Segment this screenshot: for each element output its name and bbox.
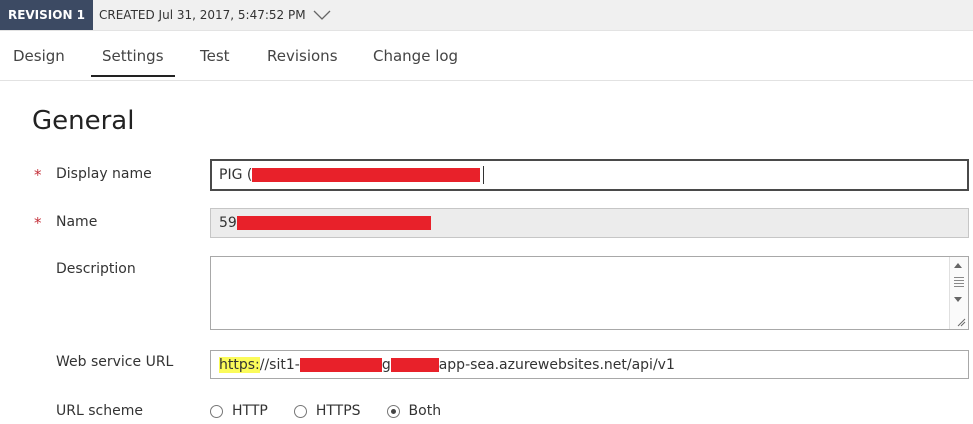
name-value: 59 xyxy=(219,215,237,231)
tab-test[interactable]: Test xyxy=(200,47,230,65)
url-text-start: //sit1- xyxy=(259,356,300,373)
scroll-up-icon[interactable] xyxy=(954,263,962,268)
scroll-down-icon[interactable] xyxy=(954,297,962,302)
redaction-block xyxy=(252,168,481,182)
display-name-input[interactable]: PIG ( xyxy=(210,159,969,191)
display-name-value: PIG ( xyxy=(219,167,253,183)
url-scheme-highlight: https: xyxy=(219,356,260,373)
url-scheme-label: URL scheme xyxy=(56,403,143,419)
required-marker: * xyxy=(34,214,42,232)
tab-settings[interactable]: Settings xyxy=(91,47,174,77)
radio-https-circle[interactable] xyxy=(293,404,307,418)
radio-both-label: Both xyxy=(408,403,442,419)
tab-bar: Design Settings Test Revisions Change lo… xyxy=(0,30,973,81)
tab-change-log[interactable]: Change log xyxy=(373,47,458,65)
redaction-block xyxy=(236,216,431,230)
url-text-end: app-sea.azurewebsites.net/api/v1 xyxy=(438,356,675,373)
redaction-block xyxy=(299,357,382,372)
url-scheme-radio-group: HTTP HTTPS Both xyxy=(210,403,467,419)
web-service-url-input[interactable]: https: //sit1- g app-sea.azurewebsites.n… xyxy=(210,350,969,379)
radio-http-circle[interactable] xyxy=(210,404,223,418)
revision-badge: REVISION 1 xyxy=(0,0,93,30)
section-title: General xyxy=(32,106,135,136)
description-label: Description xyxy=(56,261,136,277)
radio-https[interactable]: HTTPS xyxy=(293,403,361,419)
display-name-label: Display name xyxy=(56,166,152,182)
radio-https-label: HTTPS xyxy=(315,403,361,419)
resize-grip-icon[interactable] xyxy=(956,317,966,327)
name-label: Name xyxy=(56,214,98,230)
name-input: 59 xyxy=(210,208,969,238)
revision-created-text: CREATED Jul 31, 2017, 5:47:52 PM xyxy=(99,8,306,22)
description-textarea[interactable] xyxy=(210,256,969,330)
url-text-mid: g xyxy=(381,356,391,373)
tab-design[interactable]: Design xyxy=(13,47,65,65)
redaction-block xyxy=(390,357,439,372)
revision-created-dropdown[interactable]: CREATED Jul 31, 2017, 5:47:52 PM xyxy=(99,0,332,30)
tab-revisions[interactable]: Revisions xyxy=(267,47,338,65)
required-marker: * xyxy=(34,166,42,184)
text-caret xyxy=(483,166,485,184)
radio-both[interactable]: Both xyxy=(386,403,442,419)
web-service-url-label: Web service URL xyxy=(56,354,174,370)
scroll-thumb[interactable] xyxy=(954,277,964,289)
radio-both-circle[interactable] xyxy=(386,404,400,418)
radio-http[interactable]: HTTP xyxy=(210,403,268,419)
chevron-down-icon xyxy=(313,10,331,20)
radio-http-label: HTTP xyxy=(232,403,268,419)
revision-bar: REVISION 1 CREATED Jul 31, 2017, 5:47:52… xyxy=(0,0,973,31)
